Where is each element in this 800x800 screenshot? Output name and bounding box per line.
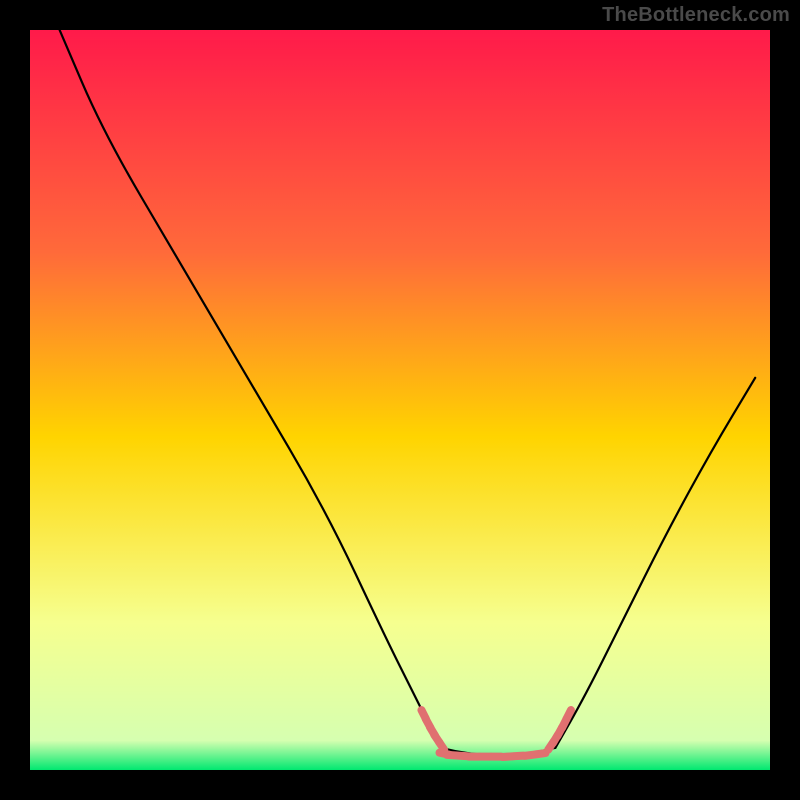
watermark-text: TheBottleneck.com: [602, 4, 790, 27]
marker-right-ramp: [566, 710, 570, 719]
marker-left-ramp: [439, 741, 445, 749]
chart-svg: [30, 30, 770, 770]
marker-flat-segment: [536, 753, 546, 754]
gradient-background: [30, 30, 770, 770]
chart-frame: TheBottleneck.com: [0, 0, 800, 800]
plot-area: [30, 30, 770, 770]
